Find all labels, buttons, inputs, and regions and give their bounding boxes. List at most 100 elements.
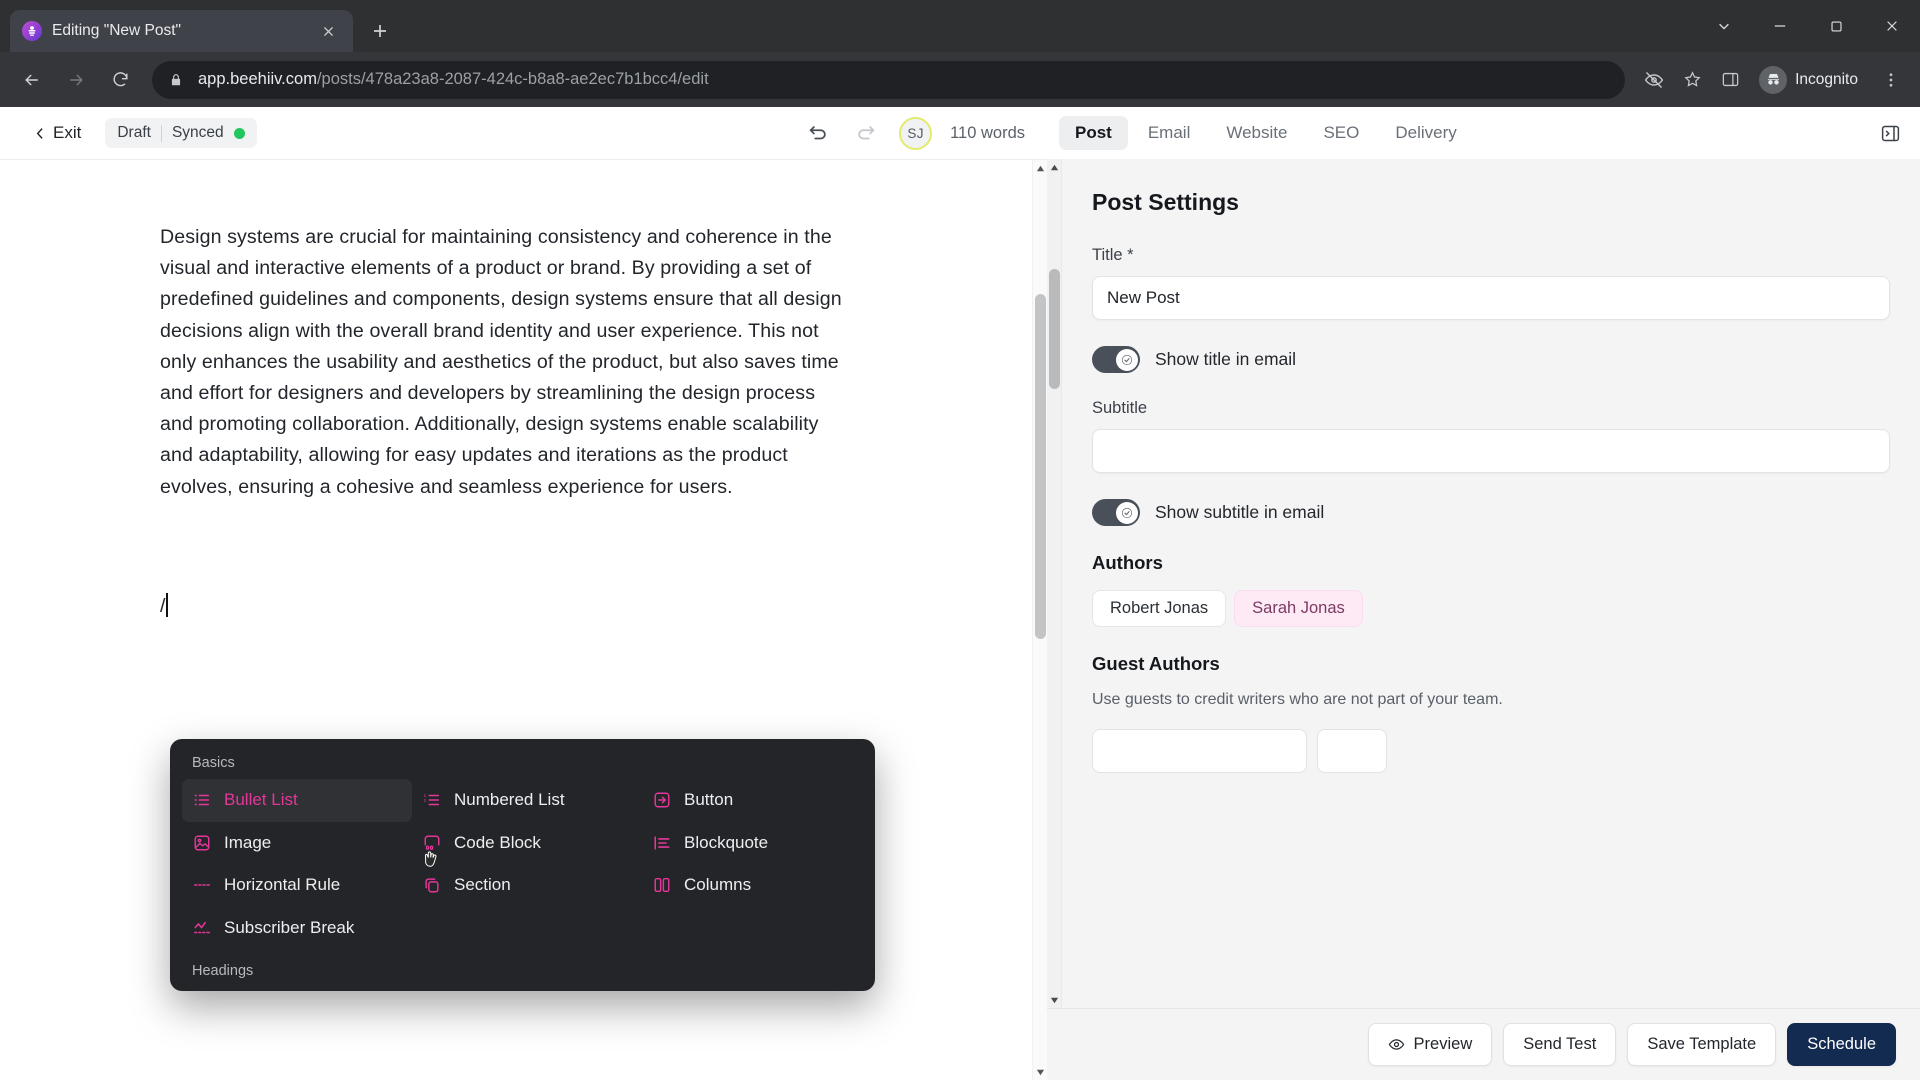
menu-section-basics-label: Basics <box>192 755 235 771</box>
menu-item-code-block[interactable]: Code Block <box>412 822 642 865</box>
menu-item-label: Horizontal Rule <box>224 875 341 895</box>
incognito-icon <box>1759 65 1788 94</box>
minimize-icon[interactable] <box>1752 3 1808 49</box>
show-title-toggle-label: Show title in email <box>1155 349 1297 369</box>
preview-button[interactable]: Preview <box>1367 1023 1493 1066</box>
close-tab-icon[interactable] <box>315 18 341 44</box>
beehiiv-logo-icon <box>22 21 42 41</box>
editor-scrollbar[interactable] <box>1032 160 1047 1080</box>
show-subtitle-toggle-label: Show subtitle in email <box>1155 502 1325 522</box>
redo-icon[interactable] <box>851 118 881 148</box>
section-icon <box>422 875 442 895</box>
menu-item-subscriber-break[interactable]: Subscriber Break <box>182 907 412 950</box>
status-badge[interactable]: Draft Synced <box>105 118 257 148</box>
menu-items-grid: Bullet List 1 2 Numbered List Button Ima… <box>170 779 875 949</box>
maximize-icon[interactable] <box>1808 3 1864 49</box>
guest-author-input[interactable] <box>1092 729 1307 773</box>
show-title-toggle-row: Show title in email <box>1092 346 1890 373</box>
authors-heading: Authors <box>1092 552 1163 573</box>
tab-seo[interactable]: SEO <box>1307 116 1375 150</box>
guest-authors-inputs <box>1092 729 1890 773</box>
button-icon <box>652 790 672 810</box>
chevron-left-icon <box>36 127 43 139</box>
window-controls <box>1696 0 1920 52</box>
menu-item-blockquote[interactable]: Blockquote <box>642 822 863 865</box>
status-divider <box>160 124 162 142</box>
reload-button[interactable] <box>100 60 140 100</box>
tab-website[interactable]: Website <box>1210 116 1303 150</box>
tab-search-icon[interactable] <box>1696 3 1752 49</box>
scroll-down-arrow-icon[interactable] <box>1033 1064 1047 1080</box>
new-tab-button[interactable] <box>363 14 397 48</box>
menu-item-bullet-list[interactable]: Bullet List <box>182 779 412 822</box>
authors-chip-list: Robert Jonas Sarah Jonas <box>1092 590 1890 627</box>
menu-item-columns[interactable]: Columns <box>642 864 863 907</box>
toggle-knob-check-icon <box>1115 348 1138 371</box>
third-party-cookie-blocked-icon[interactable] <box>1637 63 1671 97</box>
title-field-label: Title * <box>1092 246 1134 264</box>
slash-command-line[interactable]: / <box>160 591 169 622</box>
menu-item-button[interactable]: Button <box>642 779 863 822</box>
editor-toolbar-right: SJ 110 words <box>803 116 1031 150</box>
panel-scroll-area: Post Settings Title * New Post Show titl… <box>1047 159 1920 1008</box>
show-title-in-email-toggle[interactable] <box>1092 346 1140 373</box>
profile-incognito-button[interactable]: Incognito <box>1755 62 1870 98</box>
schedule-button[interactable]: Schedule <box>1787 1023 1896 1066</box>
title-input[interactable]: New Post <box>1092 276 1890 320</box>
back-button[interactable] <box>12 60 52 100</box>
avatar-initials: SJ <box>907 125 924 141</box>
image-icon <box>192 833 212 853</box>
menu-item-numbered-list[interactable]: 1 2 Numbered List <box>412 779 642 822</box>
url-path: /posts/478a23a8-2087-424c-b8a8-ae2ec7b1b… <box>316 70 709 88</box>
subtitle-input[interactable] <box>1092 429 1890 473</box>
guest-author-add-button[interactable] <box>1317 729 1387 773</box>
panel-scrollbar-thumb[interactable] <box>1049 269 1060 389</box>
save-template-button[interactable]: Save Template <box>1627 1023 1777 1066</box>
panel-scroll-down-icon[interactable] <box>1047 992 1062 1008</box>
menu-item-label: Bullet List <box>224 790 298 810</box>
guest-authors-heading: Guest Authors <box>1092 653 1220 674</box>
menu-item-label: Section <box>454 875 511 895</box>
author-chip[interactable]: Robert Jonas <box>1092 590 1227 627</box>
chrome-menu-icon[interactable] <box>1874 63 1908 97</box>
panel-collapse-icon[interactable] <box>1874 117 1906 149</box>
menu-item-label: Button <box>684 790 734 810</box>
close-window-icon[interactable] <box>1864 3 1920 49</box>
tab-email[interactable]: Email <box>1132 116 1207 150</box>
bookmark-star-icon[interactable] <box>1675 63 1709 97</box>
exit-button[interactable]: Exit <box>28 119 87 147</box>
avatar[interactable]: SJ <box>899 116 933 150</box>
forward-button[interactable] <box>56 60 96 100</box>
word-count: 110 words <box>950 123 1025 142</box>
post-settings-panel: Post Email Website SEO Delivery Post Set… <box>1047 107 1920 1080</box>
horizontal-rule-icon <box>192 875 212 895</box>
tab-post[interactable]: Post <box>1059 116 1128 150</box>
browser-window: Editing "New Post" app.beehiiv.com/posts… <box>0 0 1920 1080</box>
menu-item-image[interactable]: Image <box>182 822 412 865</box>
url-text: app.beehiiv.com/posts/478a23a8-2087-424c… <box>198 70 709 89</box>
menu-item-label: Blockquote <box>684 832 769 852</box>
slash-command-menu[interactable]: Basics Bullet List 1 2 Numbered List But… <box>170 739 875 991</box>
menu-item-horizontal-rule[interactable]: Horizontal Rule <box>182 864 412 907</box>
document-content[interactable]: Design systems are crucial for maintaini… <box>0 160 1047 622</box>
address-bar[interactable]: app.beehiiv.com/posts/478a23a8-2087-424c… <box>152 60 1626 99</box>
paragraph-block[interactable]: Design systems are crucial for maintaini… <box>160 222 847 503</box>
send-test-button[interactable]: Send Test <box>1503 1023 1617 1066</box>
show-subtitle-in-email-toggle[interactable] <box>1092 499 1140 526</box>
show-subtitle-toggle-row: Show subtitle in email <box>1092 499 1890 526</box>
tab-delivery[interactable]: Delivery <box>1379 116 1472 150</box>
browser-tab[interactable]: Editing "New Post" <box>10 10 353 52</box>
scroll-up-arrow-icon[interactable] <box>1033 160 1047 176</box>
author-chip[interactable]: Sarah Jonas <box>1234 590 1363 627</box>
svg-text:2: 2 <box>423 798 426 804</box>
panel-scrollbar[interactable] <box>1047 159 1062 1008</box>
side-panel-icon[interactable] <box>1713 63 1747 97</box>
undo-icon[interactable] <box>803 118 833 148</box>
code-block-icon <box>422 833 442 853</box>
menu-item-label: Columns <box>684 875 752 895</box>
browser-toolbar: app.beehiiv.com/posts/478a23a8-2087-424c… <box>0 52 1920 107</box>
preview-label: Preview <box>1413 1035 1473 1053</box>
menu-item-section[interactable]: Section <box>412 864 642 907</box>
editor-scrollbar-thumb[interactable] <box>1035 294 1046 639</box>
panel-scroll-up-icon[interactable] <box>1047 159 1062 175</box>
